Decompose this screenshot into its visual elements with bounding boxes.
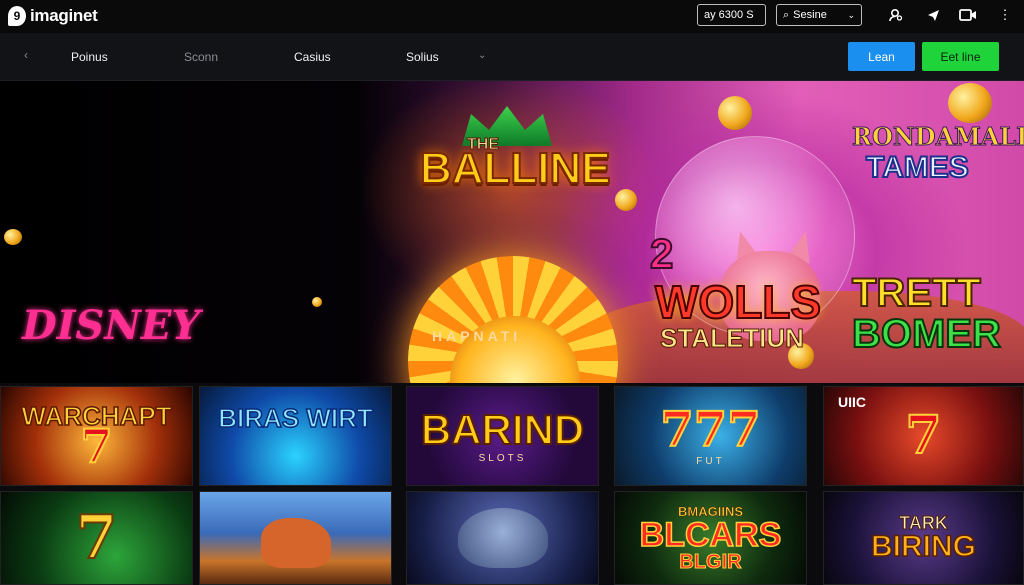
game-tile-tark-biring[interactable]: TARK BIRING: [823, 491, 1024, 585]
game-subtitle: FUT: [696, 455, 725, 467]
video-icon[interactable]: [958, 7, 978, 23]
game-tile-barind[interactable]: BARIND SLOTS: [406, 386, 599, 486]
coin-icon: [4, 229, 22, 245]
hero-bomer-title: BOMER: [851, 312, 1002, 356]
nav-item-sconn[interactable]: Sconn: [184, 50, 218, 64]
nav-item-solius[interactable]: Solius: [406, 50, 439, 64]
game-big-title: BLCARS: [639, 515, 782, 554]
brand-name: imaginet: [30, 6, 98, 25]
hero-wolls-title: WOLLS: [654, 276, 822, 328]
game-tile-warchapt[interactable]: WARCHAPT 7: [0, 386, 193, 486]
hero-tames-title: TAMES: [865, 151, 970, 184]
chevron-down-icon[interactable]: ⌄: [478, 50, 486, 61]
hero-banner[interactable]: THE BALLINE RONDAMALL TAMES 2 WOLLS STAL…: [0, 81, 1024, 383]
category-nav: ‹ Poinus Sconn Casius Solius ⌄ Lean Eet …: [0, 33, 1024, 81]
balance-value: ay 6300 S: [704, 9, 754, 21]
coin-icon: [718, 96, 752, 130]
session-select[interactable]: ⌕ Sesine ⌄: [776, 4, 862, 26]
lucky-seven-icon: 7: [75, 503, 119, 573]
lucky-seven-icon: 7: [79, 419, 113, 473]
bet-line-button[interactable]: Eet line: [922, 42, 999, 71]
hero-arch-text: HAPNATI: [432, 328, 522, 344]
lucky-seven-icon: 7: [904, 405, 942, 466]
game-title: UIIC: [838, 394, 866, 410]
game-tile-blcars[interactable]: BMAGIINS BLCARS BLGIR: [614, 491, 807, 585]
send-icon[interactable]: [925, 7, 941, 23]
top-bar: 9 imaginet ay 6300 S ⌕ Sesine ⌄ ⋮: [0, 0, 1024, 33]
game-title: BARIND: [420, 405, 585, 453]
disney-logo: DISNEY: [22, 302, 200, 349]
learn-button[interactable]: Lean: [848, 42, 915, 71]
game-tile-creature[interactable]: [406, 491, 599, 585]
nav-item-poinus[interactable]: Poinus: [71, 50, 108, 64]
hero-staletiun-title: STALETIUN: [660, 323, 805, 353]
search-icon: ⌕: [783, 8, 790, 21]
game-tile-biras-wirt[interactable]: BIRAS WIRT: [199, 386, 392, 486]
game-tile-777[interactable]: 777 FUT: [614, 386, 807, 486]
coin-icon: [948, 83, 992, 123]
hero-rondamall-title: RONDAMALL: [851, 122, 1024, 151]
creature-illustration: [457, 508, 548, 568]
game-tile-uiic[interactable]: UIIC 7: [823, 386, 1024, 486]
game-subtitle: BLGIR: [679, 550, 742, 573]
coin-icon: [312, 297, 322, 307]
coin-icon: [615, 189, 637, 211]
balance-display[interactable]: ay 6300 S: [697, 4, 766, 26]
hero-trett-title: TRETT: [851, 271, 982, 315]
more-icon[interactable]: ⋮: [997, 7, 1013, 23]
hero-balline-title: BALLINE: [419, 144, 612, 193]
dragon-illustration: [260, 518, 331, 568]
game-tile-dragon-city[interactable]: [199, 491, 392, 585]
chevron-down-icon: ⌄: [847, 9, 855, 20]
nav-item-casius[interactable]: Casius: [294, 50, 331, 64]
game-tile-clover-seven[interactable]: 7: [0, 491, 193, 585]
brand-mark-icon: 9: [8, 6, 26, 26]
chevron-left-icon[interactable]: ‹: [24, 48, 28, 62]
hero-two-label: 2: [649, 230, 674, 277]
session-value: Sesine: [793, 9, 827, 21]
user-search-icon[interactable]: [888, 7, 904, 23]
game-title: 777: [659, 401, 761, 458]
game-subtitle: SLOTS: [478, 452, 527, 464]
game-big-title: BIRING: [870, 530, 977, 563]
brand-logo[interactable]: 9 imaginet: [8, 6, 98, 26]
game-title: BIRAS WIRT: [217, 403, 373, 433]
